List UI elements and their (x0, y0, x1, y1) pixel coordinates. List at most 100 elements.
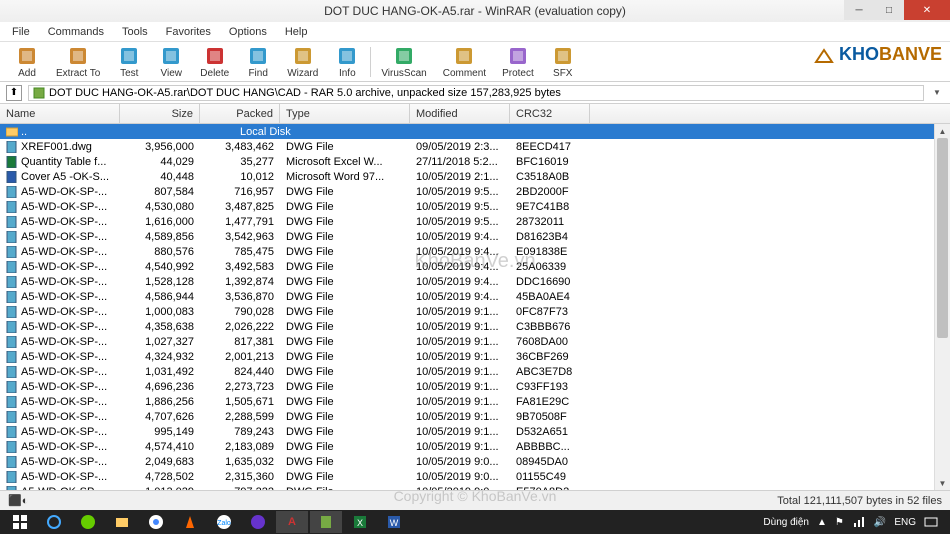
delete-button[interactable]: Delete (192, 43, 237, 81)
minimize-button[interactable]: ─ (844, 0, 874, 20)
task-app-icon[interactable] (242, 511, 274, 533)
comment-button[interactable]: Comment (435, 43, 494, 81)
file-list[interactable]: .. Local Disk XREF001.dwg3,956,0003,483,… (0, 124, 950, 504)
menu-commands[interactable]: Commands (40, 24, 112, 40)
add-button[interactable]: Add (6, 43, 48, 81)
file-row[interactable]: A5-WD-OK-SP-...1,616,0001,477,791DWG Fil… (0, 214, 950, 229)
file-packed: 10,012 (200, 171, 280, 183)
col-type[interactable]: Type (280, 104, 410, 123)
file-type: DWG File (280, 336, 410, 348)
task-vlc-icon[interactable] (174, 511, 206, 533)
file-icon (6, 276, 18, 288)
scroll-thumb[interactable] (937, 138, 948, 338)
tray-up-icon[interactable]: ▲ (817, 517, 827, 528)
tray-flag-icon[interactable]: ⚑ (835, 517, 844, 528)
file-name: Quantity Table f... (21, 156, 106, 168)
wizard-button[interactable]: Wizard (279, 43, 326, 81)
col-size[interactable]: Size (120, 104, 200, 123)
file-row[interactable]: A5-WD-OK-SP-...1,031,492824,440DWG File1… (0, 364, 950, 379)
file-row[interactable]: A5-WD-OK-SP-...4,358,6382,026,222DWG Fil… (0, 319, 950, 334)
file-crc: 9E7C41B8 (510, 201, 590, 213)
file-row[interactable]: A5-WD-OK-SP-...4,728,5022,315,360DWG Fil… (0, 469, 950, 484)
file-row[interactable]: A5-WD-OK-SP-...807,584716,957DWG File10/… (0, 184, 950, 199)
path-field[interactable]: DOT DUC HANG-OK-A5.rar\DOT DUC HANG\CAD … (28, 85, 924, 101)
task-ie-icon[interactable] (38, 511, 70, 533)
power-status[interactable]: Dùng điện (763, 517, 809, 528)
file-row[interactable]: A5-WD-OK-SP-...1,027,327817,381DWG File1… (0, 334, 950, 349)
task-chrome-icon[interactable] (140, 511, 172, 533)
task-autocad-icon[interactable]: A (276, 511, 308, 533)
file-packed: 716,957 (200, 186, 280, 198)
file-row[interactable]: Quantity Table f...44,02935,277Microsoft… (0, 154, 950, 169)
file-row[interactable]: XREF001.dwg3,956,0003,483,462DWG File09/… (0, 139, 950, 154)
tool-label: Wizard (287, 68, 318, 79)
file-name: A5-WD-OK-SP-... (21, 456, 107, 468)
protect-button[interactable]: Protect (494, 43, 542, 81)
file-name: XREF001.dwg (21, 141, 92, 153)
menu-options[interactable]: Options (221, 24, 275, 40)
file-icon (6, 231, 18, 243)
file-row[interactable]: A5-WD-OK-SP-...4,540,9923,492,583DWG Fil… (0, 259, 950, 274)
view-button[interactable]: View (150, 43, 192, 81)
scrollbar[interactable]: ▲ ▼ (934, 124, 950, 490)
tool-label: Find (248, 68, 267, 79)
col-modified[interactable]: Modified (410, 104, 510, 123)
task-excel-icon[interactable]: X (344, 511, 376, 533)
task-zalo-icon[interactable]: Zalo (208, 511, 240, 533)
scroll-down-icon[interactable]: ▼ (935, 476, 950, 490)
up-button[interactable]: ⬆ (6, 85, 22, 101)
file-row[interactable]: A5-WD-OK-SP-...2,049,6831,635,032DWG Fil… (0, 454, 950, 469)
file-row[interactable]: A5-WD-OK-SP-...4,586,9443,536,870DWG Fil… (0, 289, 950, 304)
file-crc: 0FC87F73 (510, 306, 590, 318)
file-size: 1,031,492 (120, 366, 200, 378)
info-button[interactable]: Info (326, 43, 368, 81)
file-type: DWG File (280, 456, 410, 468)
tray-network-icon[interactable] (852, 515, 866, 529)
file-row[interactable]: A5-WD-OK-SP-...1,528,1281,392,874DWG Fil… (0, 274, 950, 289)
file-icon (6, 201, 18, 213)
file-row[interactable]: A5-WD-OK-SP-...880,576785,475DWG File10/… (0, 244, 950, 259)
scroll-up-icon[interactable]: ▲ (935, 124, 950, 138)
menu-help[interactable]: Help (277, 24, 316, 40)
parent-row[interactable]: .. Local Disk (0, 124, 950, 139)
sfx-button[interactable]: SFX (542, 43, 584, 81)
extract-icon (67, 45, 89, 67)
file-row[interactable]: A5-WD-OK-SP-...4,530,0803,487,825DWG Fil… (0, 199, 950, 214)
file-crc: ABC3E7D8 (510, 366, 590, 378)
tray-keyboard-icon[interactable] (924, 515, 938, 529)
test-button[interactable]: Test (108, 43, 150, 81)
menu-favorites[interactable]: Favorites (158, 24, 219, 40)
file-size: 995,149 (120, 426, 200, 438)
task-utorrent-icon[interactable] (72, 511, 104, 533)
file-row[interactable]: Cover A5 -OK-S...40,44810,012Microsoft W… (0, 169, 950, 184)
file-icon (6, 351, 18, 363)
extract-button[interactable]: Extract To (48, 43, 108, 81)
task-winrar-icon[interactable] (310, 511, 342, 533)
col-name[interactable]: Name (0, 104, 120, 123)
menu-file[interactable]: File (4, 24, 38, 40)
file-row[interactable]: A5-WD-OK-SP-...1,886,2561,505,671DWG Fil… (0, 394, 950, 409)
file-name: A5-WD-OK-SP-... (21, 441, 107, 453)
start-button[interactable] (4, 511, 36, 533)
menu-tools[interactable]: Tools (114, 24, 156, 40)
sfx-icon (552, 45, 574, 67)
path-dropdown[interactable]: ▼ (930, 88, 944, 97)
col-crc[interactable]: CRC32 (510, 104, 590, 123)
file-row[interactable]: A5-WD-OK-SP-...4,707,6262,288,599DWG Fil… (0, 409, 950, 424)
file-icon (6, 321, 18, 333)
col-packed[interactable]: Packed (200, 104, 280, 123)
maximize-button[interactable]: □ (874, 0, 904, 20)
file-row[interactable]: A5-WD-OK-SP-...4,696,2362,273,723DWG Fil… (0, 379, 950, 394)
task-word-icon[interactable]: W (378, 511, 410, 533)
tray-lang[interactable]: ENG (894, 517, 916, 528)
virus-button[interactable]: VirusScan (373, 43, 434, 81)
file-row[interactable]: A5-WD-OK-SP-...4,574,4102,183,089DWG Fil… (0, 439, 950, 454)
file-row[interactable]: A5-WD-OK-SP-...995,149789,243DWG File10/… (0, 424, 950, 439)
file-row[interactable]: A5-WD-OK-SP-...4,324,9322,001,213DWG Fil… (0, 349, 950, 364)
close-button[interactable]: ✕ (904, 0, 950, 20)
file-row[interactable]: A5-WD-OK-SP-...4,589,8563,542,963DWG Fil… (0, 229, 950, 244)
task-explorer-icon[interactable] (106, 511, 138, 533)
find-button[interactable]: Find (237, 43, 279, 81)
file-row[interactable]: A5-WD-OK-SP-...1,000,083790,028DWG File1… (0, 304, 950, 319)
tray-volume-icon[interactable]: 🔊 (874, 517, 886, 528)
